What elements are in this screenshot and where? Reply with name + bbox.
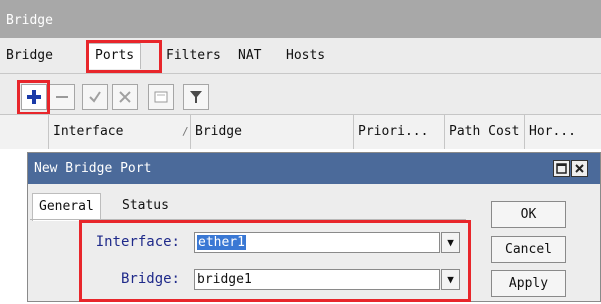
window-title: Bridge — [0, 0, 601, 38]
enable-button[interactable] — [82, 84, 108, 110]
ok-button[interactable]: OK — [491, 201, 566, 228]
interface-value: ether1 — [197, 235, 246, 250]
column-priority[interactable]: Priori... — [353, 115, 449, 149]
comment-button[interactable] — [148, 84, 174, 110]
dropdown-arrow-icon: ▼ — [447, 236, 454, 249]
dialog-tab-status[interactable]: Status — [116, 193, 175, 220]
dialog-tab-general[interactable]: General — [32, 193, 101, 221]
toolbar — [0, 74, 601, 114]
tab-bridge[interactable]: Bridge — [0, 44, 59, 69]
maximize-icon — [556, 163, 567, 174]
minus-icon — [56, 96, 68, 98]
table-header: Interface / Bridge Priori... Path Cost H… — [0, 114, 601, 149]
general-panel: Interface: ether1 ▼ Bridge: bridge1 ▼ — [30, 219, 466, 304]
x-icon — [119, 91, 131, 103]
apply-button[interactable]: Apply — [491, 270, 566, 297]
bridge-dropdown-button[interactable]: ▼ — [441, 269, 460, 290]
column-path-cost[interactable]: Path Cost — [444, 115, 529, 149]
interface-label: Interface: — [95, 234, 180, 250]
dropdown-arrow-icon: ▼ — [447, 273, 454, 286]
check-icon — [89, 91, 101, 103]
close-icon — [575, 164, 584, 173]
bridge-label: Bridge: — [120, 271, 180, 287]
cancel-button[interactable]: Cancel — [491, 236, 566, 263]
maximize-button[interactable] — [553, 160, 570, 177]
tab-hosts[interactable]: Hosts — [280, 44, 331, 69]
remove-button[interactable] — [49, 84, 75, 110]
new-bridge-port-dialog: New Bridge Port General Status Interface… — [27, 152, 601, 302]
column-bridge[interactable]: Bridge — [190, 115, 358, 149]
column-interface[interactable]: Interface — [48, 115, 183, 149]
close-button[interactable] — [571, 160, 588, 177]
comment-icon — [154, 91, 168, 103]
filter-button[interactable] — [183, 84, 209, 110]
tab-bar: Bridge Ports Filters NAT Hosts — [0, 38, 601, 74]
column-horizon[interactable]: Hor... — [524, 115, 601, 149]
dialog-title: New Bridge Port — [28, 153, 600, 184]
plus-icon — [27, 90, 41, 104]
add-button[interactable] — [21, 84, 47, 110]
tab-ports[interactable]: Ports — [88, 43, 142, 69]
funnel-icon — [190, 91, 202, 103]
interface-dropdown-button[interactable]: ▼ — [441, 232, 460, 253]
bridge-field[interactable]: bridge1 — [194, 269, 440, 290]
disable-button[interactable] — [112, 84, 138, 110]
tab-nat[interactable]: NAT — [232, 44, 267, 69]
interface-field[interactable]: ether1 — [194, 232, 440, 253]
tab-filters[interactable]: Filters — [160, 44, 227, 69]
